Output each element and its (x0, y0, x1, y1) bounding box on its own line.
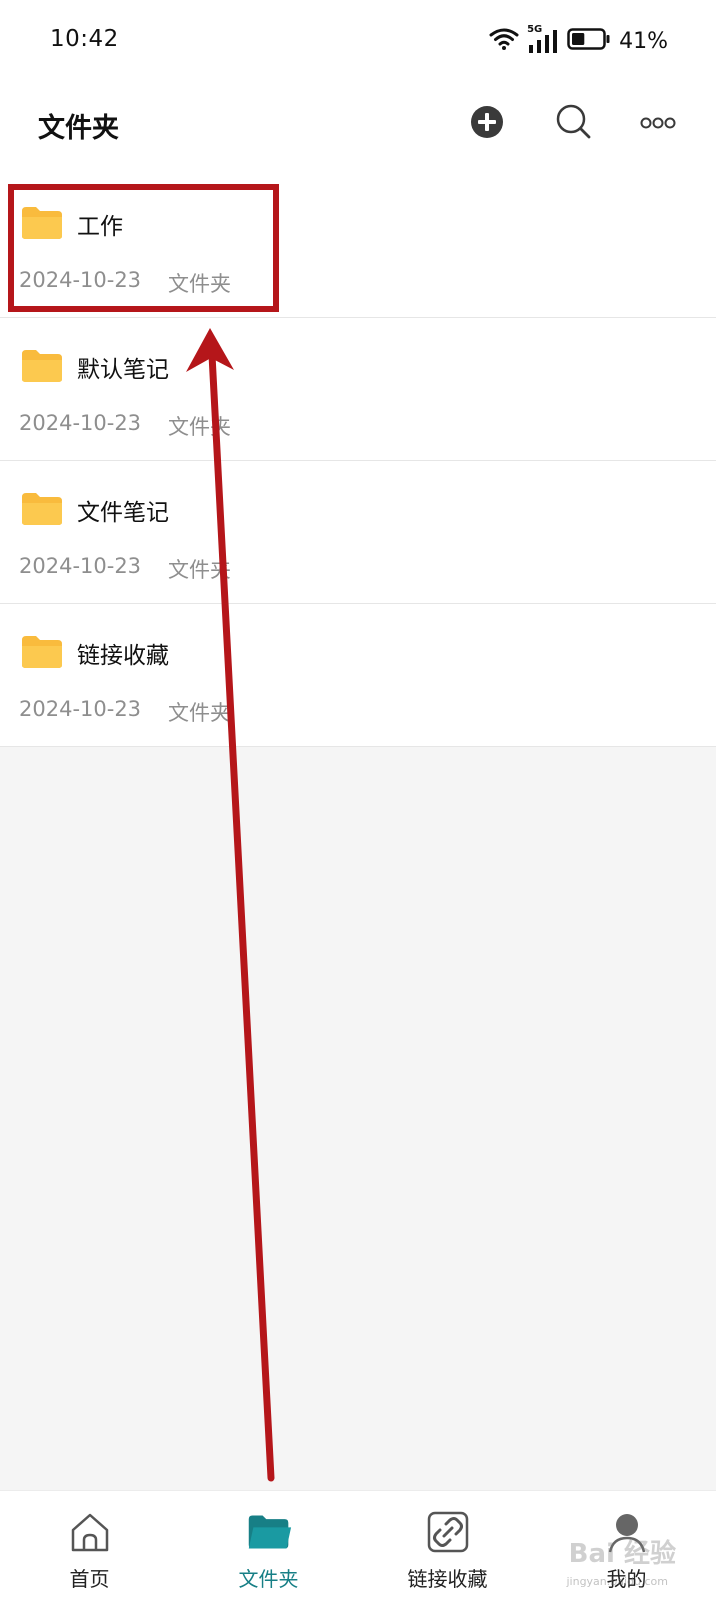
folder-icon (20, 634, 64, 670)
nav-label-folders: 文件夹 (238, 1567, 299, 1591)
add-icon (470, 105, 504, 143)
add-button[interactable] (465, 102, 509, 146)
folder-name: 文件笔记 (77, 500, 169, 526)
search-button[interactable] (552, 102, 596, 146)
folder-name: 默认笔记 (77, 357, 169, 383)
nav-label-home: 首页 (69, 1567, 110, 1591)
status-bar: 10:42 5G 41% (0, 0, 716, 82)
folder-type: 文件夹 (168, 558, 231, 582)
profile-icon (604, 1509, 650, 1555)
app-header: 文件夹 (0, 90, 716, 160)
status-icons: 5G 41% (489, 24, 668, 56)
folder-item-file-notes[interactable]: 文件笔记 2024-10-23 文件夹 (0, 461, 716, 604)
search-icon (555, 103, 593, 145)
nav-item-links[interactable]: 链接收藏 (358, 1491, 537, 1600)
folder-date: 2024-10-23 (19, 554, 142, 578)
folder-date: 2024-10-23 (19, 697, 142, 721)
folder-item-work[interactable]: 工作 2024-10-23 文件夹 (0, 175, 716, 318)
page-title: 文件夹 (38, 113, 119, 144)
folder-type: 文件夹 (168, 415, 231, 439)
bottom-nav: 首页 文件夹 链接收藏 我的 (0, 1490, 716, 1600)
folder-icon (246, 1509, 292, 1555)
folder-name: 工作 (77, 214, 123, 240)
battery-icon (567, 28, 611, 54)
folder-item-default-notes[interactable]: 默认笔记 2024-10-23 文件夹 (0, 318, 716, 461)
status-time: 10:42 (50, 26, 119, 52)
nav-item-profile[interactable]: 我的 (537, 1491, 716, 1600)
more-icon (640, 115, 676, 134)
more-button[interactable] (636, 102, 680, 146)
folder-date: 2024-10-23 (19, 411, 142, 435)
folder-icon (20, 491, 64, 527)
folder-list: 工作 2024-10-23 文件夹 默认笔记 2024-10-23 文件夹 文件… (0, 175, 716, 747)
nav-item-folders[interactable]: 文件夹 (179, 1491, 358, 1600)
nav-item-home[interactable]: 首页 (0, 1491, 179, 1600)
folder-item-link-collection[interactable]: 链接收藏 2024-10-23 文件夹 (0, 604, 716, 747)
nav-label-links: 链接收藏 (407, 1567, 488, 1591)
folder-type: 文件夹 (168, 701, 231, 725)
home-icon (67, 1509, 113, 1555)
folder-date: 2024-10-23 (19, 268, 142, 292)
folder-icon (20, 205, 64, 241)
folder-type: 文件夹 (168, 272, 231, 296)
folder-name: 链接收藏 (77, 643, 169, 669)
nav-label-profile: 我的 (606, 1567, 647, 1591)
wifi-icon (489, 27, 519, 55)
battery-percent: 41% (619, 28, 668, 54)
folder-icon (20, 348, 64, 384)
link-icon (425, 1509, 471, 1555)
signal-icon: 5G (527, 24, 559, 55)
